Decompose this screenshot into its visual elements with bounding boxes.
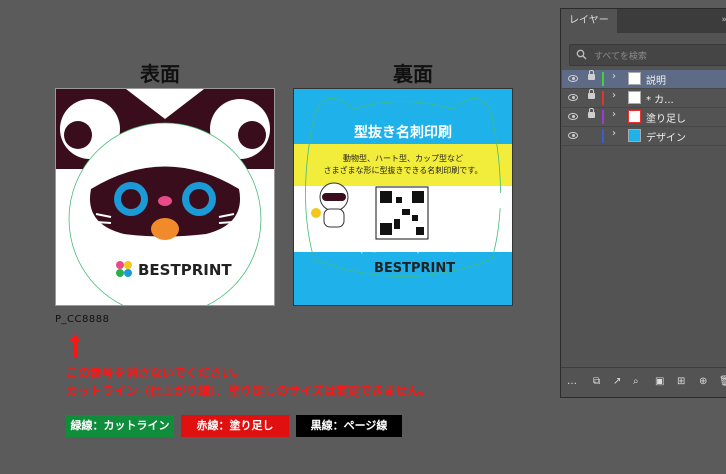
front-title: 表面 xyxy=(140,62,180,86)
back-tagline-1: 動物型、ハート型、カップ型など xyxy=(343,154,463,163)
layer-thumbnail xyxy=(628,129,641,142)
legend-black-pageline: 黒線：ページ線 xyxy=(296,415,402,437)
qr-code xyxy=(375,186,429,240)
chevron-right-icon[interactable]: › xyxy=(612,90,616,101)
back-tagline-2: さまざまな形に型抜きできる名刺印刷です。 xyxy=(323,166,483,175)
chevron-right-icon[interactable]: › xyxy=(612,109,616,120)
legend-green-cutline: 緑線：カットライン xyxy=(66,415,174,437)
delete-layer-icon[interactable]: 🗑 xyxy=(719,376,726,387)
back-title: 裏面 xyxy=(393,62,433,86)
visibility-eye-icon[interactable] xyxy=(568,94,578,101)
legend-red-bleed: 赤線：塗り足し xyxy=(181,415,289,437)
front-brand-logo: BESTPRINT xyxy=(138,261,232,279)
layer-thumbnail xyxy=(628,110,641,123)
back-card-artwork[interactable]: 型抜き名刺印刷 動物型、ハート型、カップ型など さまざまな形に型抜きできる名刺印… xyxy=(293,88,513,306)
visibility-eye-icon[interactable] xyxy=(568,75,578,82)
layer-row-cutline[interactable]: › * カ... xyxy=(562,89,726,108)
layers-panel: レイヤー » すべてを検索 › 説明 › * カ... › 塗り足し › xyxy=(560,8,726,398)
layer-name: デザイン xyxy=(646,133,686,144)
more-options-icon[interactable]: … xyxy=(567,376,577,387)
clipping-mask-icon[interactable]: ▣ xyxy=(655,376,664,387)
search-placeholder: すべてを検索 xyxy=(594,52,647,62)
lock-icon[interactable] xyxy=(588,89,595,99)
visibility-eye-icon[interactable] xyxy=(568,132,578,139)
layer-row-design[interactable]: › デザイン xyxy=(562,127,726,146)
instruction-line-2: カットライン（仕上がり線）、塗り足しのサイズは変更できません。 xyxy=(66,384,432,398)
search-icon xyxy=(576,49,587,60)
search-icon[interactable]: ⌕ xyxy=(633,376,639,387)
layer-color-indicator xyxy=(602,91,604,105)
layer-thumbnail xyxy=(628,72,641,85)
layers-panel-footer: … ⧉ ↗ ⌕ ▣ ⊞ ⊕ 🗑 xyxy=(561,367,726,396)
lock-icon[interactable] xyxy=(588,108,595,118)
lock-icon[interactable] xyxy=(588,70,595,80)
product-code-label: P_CC8888 xyxy=(55,314,110,325)
instruction-line-1: この番号を消さないでください。 xyxy=(66,366,246,380)
chevron-right-icon[interactable]: › xyxy=(612,128,616,139)
panel-collapse-icon[interactable]: » xyxy=(721,15,726,25)
new-layer-icon[interactable]: ⊕ xyxy=(699,376,707,387)
chevron-right-icon[interactable]: › xyxy=(612,71,616,82)
layer-name: * カ... xyxy=(646,95,674,106)
up-arrow-icon xyxy=(69,334,81,358)
front-card-artwork[interactable]: BESTPRINT xyxy=(55,88,275,306)
back-url: https://www.bestprints.biz/ xyxy=(349,245,457,254)
layer-name: 塗り足し xyxy=(646,114,686,125)
layers-panel-tabbar: レイヤー » xyxy=(561,9,726,33)
layer-color-indicator xyxy=(602,72,604,86)
layer-row-bleed[interactable]: › 塗り足し xyxy=(562,108,726,127)
layers-search-input[interactable]: すべてを検索 xyxy=(569,44,726,66)
layer-color-indicator xyxy=(602,129,604,143)
layer-row-setsumei[interactable]: › 説明 xyxy=(562,70,726,89)
layer-name: 説明 xyxy=(646,76,666,87)
layer-color-indicator xyxy=(602,110,604,124)
new-sublayer-icon[interactable]: ⊞ xyxy=(677,376,685,387)
back-headline: 型抜き名刺印刷 xyxy=(354,125,452,141)
collect-for-export-icon[interactable]: ⧉ xyxy=(593,376,600,387)
visibility-eye-icon[interactable] xyxy=(568,113,578,120)
tab-layers[interactable]: レイヤー xyxy=(561,9,617,33)
layer-thumbnail xyxy=(628,91,641,104)
back-brand-logo: BESTPRINT xyxy=(374,261,456,276)
locate-object-icon[interactable]: ↗ xyxy=(613,376,621,387)
